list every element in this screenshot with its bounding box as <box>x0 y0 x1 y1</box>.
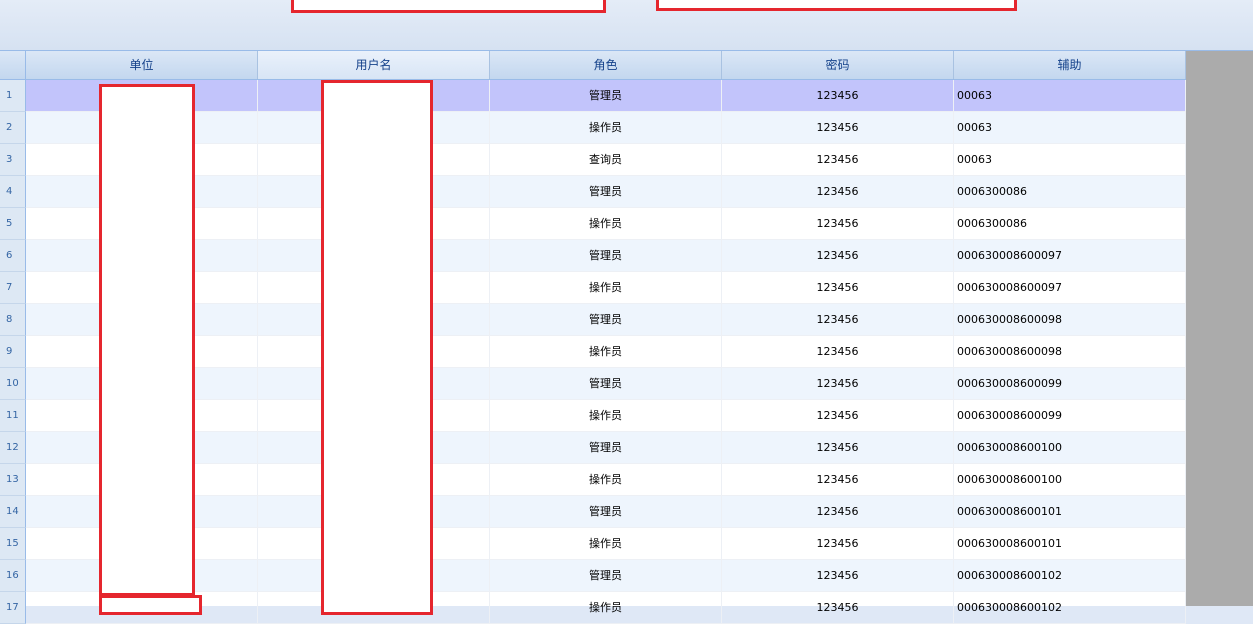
row-number: 14 <box>0 496 26 528</box>
cell-password[interactable]: 123456 <box>722 496 954 528</box>
row-number: 10 <box>0 368 26 400</box>
cell-role[interactable]: 操作员 <box>490 336 722 368</box>
row-number: 3 <box>0 144 26 176</box>
cell-role[interactable]: 查询员 <box>490 144 722 176</box>
cell-aux[interactable]: 00063 <box>954 112 1186 144</box>
cell-password[interactable]: 123456 <box>722 144 954 176</box>
column-header-unit[interactable]: 单位 <box>26 51 258 79</box>
redacted-unit-column-lower <box>99 595 202 615</box>
toolbar <box>0 0 1253 51</box>
cell-password[interactable]: 123456 <box>722 208 954 240</box>
redacted-field-left <box>291 0 606 13</box>
cell-role[interactable]: 管理员 <box>490 80 722 112</box>
row-number: 5 <box>0 208 26 240</box>
cell-role[interactable]: 操作员 <box>490 272 722 304</box>
cell-aux[interactable]: 000630008600098 <box>954 304 1186 336</box>
cell-aux[interactable]: 000630008600100 <box>954 432 1186 464</box>
cell-password[interactable]: 123456 <box>722 272 954 304</box>
column-header-password[interactable]: 密码 <box>722 51 954 79</box>
cell-role[interactable]: 管理员 <box>490 560 722 592</box>
cell-role[interactable]: 操作员 <box>490 400 722 432</box>
cell-password[interactable]: 123456 <box>722 528 954 560</box>
cell-role[interactable]: 操作员 <box>490 528 722 560</box>
row-number: 12 <box>0 432 26 464</box>
cell-role[interactable]: 管理员 <box>490 432 722 464</box>
cell-password[interactable]: 123456 <box>722 176 954 208</box>
cell-password[interactable]: 123456 <box>722 400 954 432</box>
cell-password[interactable]: 123456 <box>722 240 954 272</box>
grid-header: 单位 用户名 角色 密码 辅助 <box>0 51 1186 80</box>
cell-password[interactable]: 123456 <box>722 368 954 400</box>
cell-password[interactable]: 123456 <box>722 80 954 112</box>
row-number: 8 <box>0 304 26 336</box>
cell-aux[interactable]: 000630008600102 <box>954 592 1186 624</box>
cell-password[interactable]: 123456 <box>722 592 954 624</box>
cell-password[interactable]: 123456 <box>722 560 954 592</box>
cell-role[interactable]: 管理员 <box>490 240 722 272</box>
row-number: 2 <box>0 112 26 144</box>
cell-aux[interactable]: 000630008600101 <box>954 496 1186 528</box>
cell-aux[interactable]: 000630008600099 <box>954 368 1186 400</box>
cell-aux[interactable]: 000630008600100 <box>954 464 1186 496</box>
cell-role[interactable]: 管理员 <box>490 176 722 208</box>
cell-password[interactable]: 123456 <box>722 112 954 144</box>
cell-aux[interactable]: 000630008600098 <box>954 336 1186 368</box>
cell-password[interactable]: 123456 <box>722 336 954 368</box>
cell-role[interactable]: 操作员 <box>490 592 722 624</box>
cell-aux[interactable]: 000630008600097 <box>954 240 1186 272</box>
row-number: 17 <box>0 592 26 624</box>
cell-role[interactable]: 操作员 <box>490 112 722 144</box>
cell-aux[interactable]: 00063 <box>954 144 1186 176</box>
cell-role[interactable]: 管理员 <box>490 368 722 400</box>
redacted-field-right <box>656 0 1017 11</box>
redacted-username-column <box>321 80 433 615</box>
grid-empty-area <box>1186 51 1253 606</box>
row-number: 13 <box>0 464 26 496</box>
cell-role[interactable]: 管理员 <box>490 496 722 528</box>
row-number: 7 <box>0 272 26 304</box>
cell-aux[interactable]: 000630008600101 <box>954 528 1186 560</box>
cell-role[interactable]: 操作员 <box>490 464 722 496</box>
cell-password[interactable]: 123456 <box>722 304 954 336</box>
cell-password[interactable]: 123456 <box>722 432 954 464</box>
cell-aux[interactable]: 000630008600099 <box>954 400 1186 432</box>
cell-role[interactable]: 管理员 <box>490 304 722 336</box>
user-grid: 单位 用户名 角色 密码 辅助 1 管理员 123456 00063 2 操作员 12345… <box>0 51 1253 624</box>
cell-aux[interactable]: 000630008600097 <box>954 272 1186 304</box>
row-number: 4 <box>0 176 26 208</box>
cell-password[interactable]: 123456 <box>722 464 954 496</box>
cell-role[interactable]: 操作员 <box>490 208 722 240</box>
redacted-unit-column <box>99 84 195 596</box>
row-number: 1 <box>0 80 26 112</box>
cell-aux[interactable]: 000630008600102 <box>954 560 1186 592</box>
row-number: 6 <box>0 240 26 272</box>
row-number: 11 <box>0 400 26 432</box>
row-number: 16 <box>0 560 26 592</box>
row-number: 15 <box>0 528 26 560</box>
grid-corner <box>0 51 26 79</box>
cell-aux[interactable]: 00063 <box>954 80 1186 112</box>
cell-aux[interactable]: 0006300086 <box>954 208 1186 240</box>
cell-aux[interactable]: 0006300086 <box>954 176 1186 208</box>
row-number: 9 <box>0 336 26 368</box>
column-header-username[interactable]: 用户名 <box>258 51 490 79</box>
column-header-aux[interactable]: 辅助 <box>954 51 1186 79</box>
column-header-role[interactable]: 角色 <box>490 51 722 79</box>
